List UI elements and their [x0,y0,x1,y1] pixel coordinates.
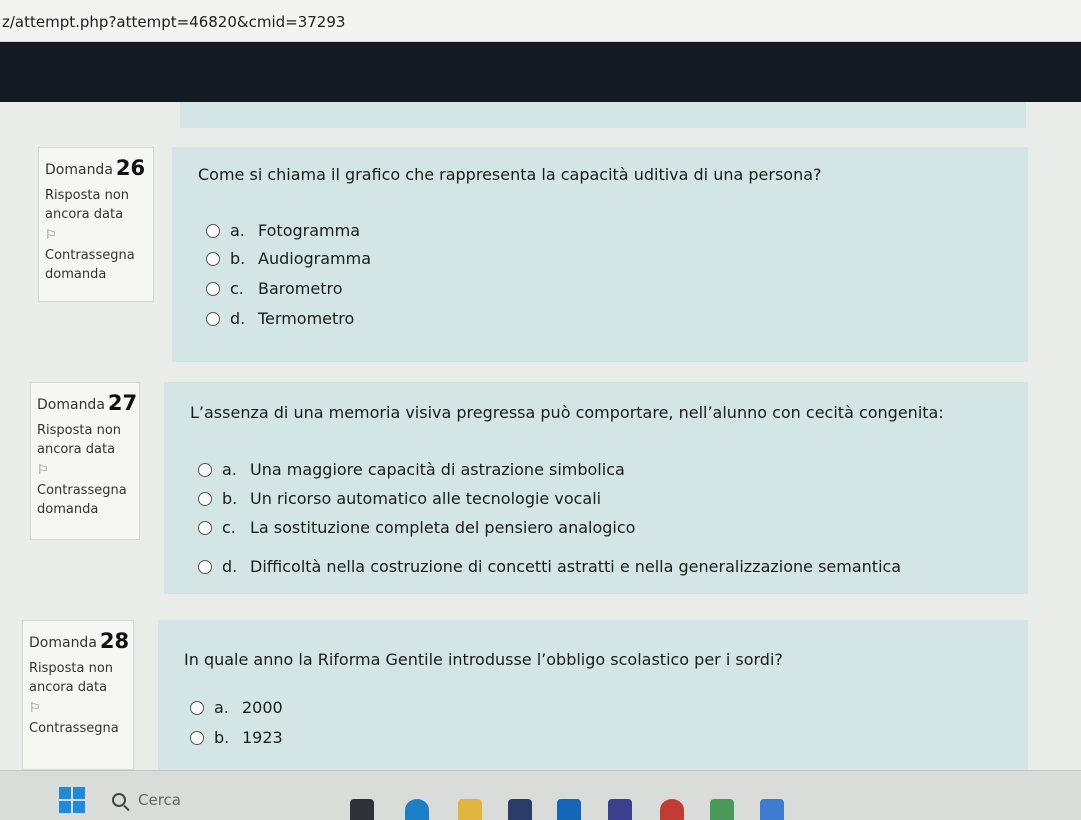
question-number: Domanda 27 [37,391,138,415]
answer-text: 1923 [242,728,283,747]
answer-text: Difficoltà nella costruzione di concetti… [250,557,902,576]
question-text: L’assenza di una memoria visiva pregress… [190,403,944,422]
question-number: Domanda 26 [45,156,146,180]
question-info-27: Domanda 27 Risposta non ancora data ⚐ Con… [30,382,140,540]
answer-option[interactable]: b. Un ricorso automatico alle tecnologie … [198,489,601,508]
answer-text: Un ricorso automatico alle tecnologie vo… [250,489,602,508]
taskbar: Cerca [0,770,1081,820]
taskbar-app-icon[interactable] [608,799,632,820]
answer-option[interactable]: a. Una maggiore capacità di astrazione si… [198,460,625,479]
radio-button[interactable] [198,559,212,574]
flag-icon[interactable]: ⚐ [29,701,127,719]
answer-text: La sostituzione completa del pensiero an… [250,518,636,537]
search-icon [112,793,126,807]
answer-text: 2000 [242,698,283,717]
taskbar-app-icon[interactable] [458,799,482,820]
taskbar-app-icon[interactable] [508,799,532,820]
browser-address-bar[interactable]: z/attempt.php?attempt=46820&cmid=37293 [0,0,1081,42]
url-text: z/attempt.php?attempt=46820&cmid=37293 [2,13,346,31]
answer-text: Barometro [258,279,343,298]
radio-button[interactable] [198,462,212,477]
question-number: Domanda 28 [29,629,130,653]
answer-text: Fotogramma [258,221,360,240]
radio-button[interactable] [206,251,220,266]
flag-icon[interactable]: ⚐ [45,228,147,246]
answer-letter: b. [214,728,230,747]
flag-question-link[interactable]: Contrassegna domanda [45,246,147,284]
answer-option[interactable]: c. La sostituzione completa del pensiero … [198,518,635,537]
answer-option[interactable]: a. Fotogramma [206,221,360,240]
answer-option[interactable]: a. 2000 [190,698,283,717]
taskbar-app-icon[interactable] [405,799,429,820]
radio-button[interactable] [190,700,204,715]
answer-option[interactable]: b. 1923 [190,728,283,747]
radio-button[interactable] [206,281,220,296]
windows-start-icon[interactable] [59,787,85,813]
answer-option[interactable]: d. Difficoltà nella costruzione di concet… [198,557,901,576]
radio-button[interactable] [206,223,220,238]
site-navbar [0,42,1081,102]
taskbar-app-icon[interactable] [660,799,684,820]
question-content-28 [158,620,1028,770]
answer-letter: c. [222,518,236,537]
flag-icon[interactable]: ⚐ [37,463,133,481]
answer-letter: b. [222,489,238,508]
radio-button[interactable] [198,491,212,506]
answer-text: Una maggiore capacità di astrazione simb… [250,460,625,479]
flag-question-link[interactable]: Contrassegna [29,719,127,738]
question-state: Risposta non ancora data [29,661,114,695]
answer-text: Audiogramma [258,249,371,268]
answer-letter: a. [222,460,237,479]
question-info-26: Domanda 26 Risposta non ancora data ⚐ Con… [38,147,154,302]
answer-letter: c. [230,279,244,298]
answer-option[interactable]: d. Termometro [206,309,354,328]
radio-button[interactable] [190,730,204,745]
taskbar-app-icon[interactable] [350,799,374,820]
taskbar-app-icon[interactable] [760,799,784,820]
question-text: Come si chiama il grafico che rappresent… [198,165,822,184]
radio-button[interactable] [206,311,220,326]
search-label: Cerca [138,791,181,809]
taskbar-search[interactable]: Cerca [112,791,181,809]
question-info-28: Domanda 28 Risposta non ancora data ⚐ Con… [22,620,134,770]
answer-letter: a. [230,221,245,240]
question-state: Risposta non ancora data [45,188,130,222]
quiz-info-strip [180,102,1026,128]
answer-letter: a. [214,698,229,717]
answer-letter: b. [230,249,246,268]
taskbar-app-icon[interactable] [557,799,581,820]
answer-text: Termometro [258,309,355,328]
question-text: In quale anno la Riforma Gentile introdu… [184,650,783,669]
flag-question-link[interactable]: Contrassegna domanda [37,481,133,519]
taskbar-app-icon[interactable] [710,799,734,820]
answer-option[interactable]: c. Barometro [206,279,343,298]
question-state: Risposta non ancora data [37,423,122,457]
radio-button[interactable] [198,520,212,535]
answer-letter: d. [230,309,246,328]
answer-option[interactable]: b. Audiogramma [206,249,371,268]
answer-letter: d. [222,557,238,576]
